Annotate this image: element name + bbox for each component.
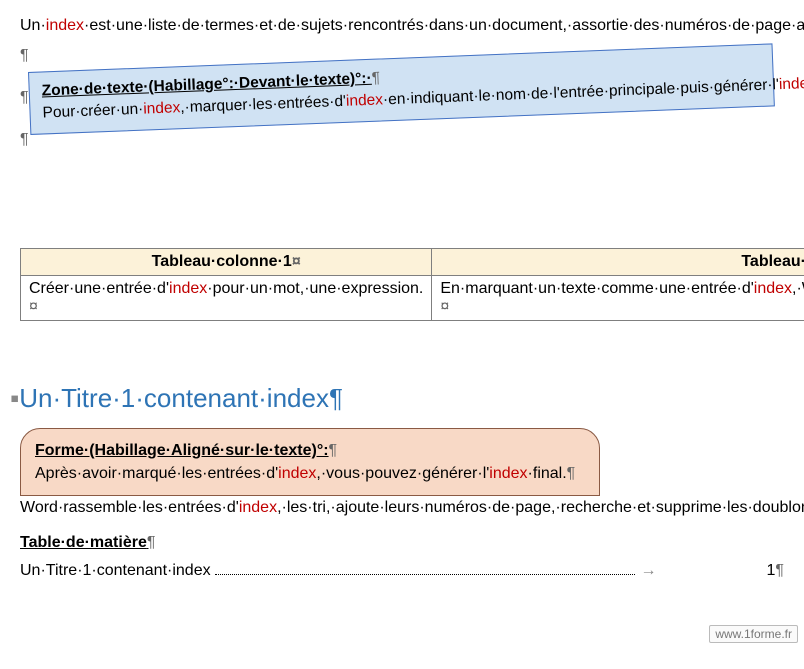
cell-mark-icon: [29, 298, 38, 315]
toc-page-number: 1: [767, 562, 785, 580]
index-word: index: [779, 75, 804, 93]
text: ,·Word·ajoute·un·champ·XE·qui·inclut·l'e…: [792, 280, 804, 297]
text: ,·marquer·les·entrées·d': [180, 93, 346, 116]
pilcrow-icon: [329, 442, 338, 459]
text: ,·vous·pouvez·générer·l': [316, 465, 489, 482]
index-word: index: [489, 465, 527, 482]
watermark: www.1forme.fr: [709, 625, 798, 643]
toc-heading: Table·de·matière: [20, 531, 784, 555]
cell-mark-icon: [292, 253, 301, 270]
table-cell[interactable]: Créer·une·entrée·d'index·pour·un·mot,·un…: [21, 276, 432, 321]
pilcrow-icon: [371, 69, 380, 86]
table-header: Tableau·colonne·1: [21, 249, 432, 276]
index-word: index: [754, 280, 792, 297]
index-word: index: [346, 92, 384, 110]
pilcrow-icon: [147, 534, 156, 551]
shape-paragraph: Forme·(Habillage·Aligné·sur·le·texte)°: …: [20, 428, 784, 521]
text: Table·de·matière: [20, 534, 147, 551]
toc-entry-text: Un·Titre·1·contenant·index: [20, 562, 211, 580]
text: Un·: [20, 17, 46, 34]
empty-paragraph: [20, 128, 784, 152]
index-word: index: [169, 280, 207, 297]
index-word: index: [239, 499, 277, 516]
cell-mark-icon: [440, 298, 449, 315]
table-header: Tableau·colonne·2: [432, 249, 804, 276]
content-table[interactable]: Tableau·colonne·1 Tableau·colonne·2 Crée…: [20, 248, 804, 321]
text: Un·Titre·1·contenant·index: [19, 383, 329, 413]
toc-entry[interactable]: Un·Titre·1·contenant·index → 1: [20, 561, 784, 580]
pilcrow-icon: [20, 131, 29, 148]
text: Pour·créer·un·: [42, 101, 143, 122]
pilcrow-icon: [567, 465, 576, 482]
text: En·marquant·un·texte·comme·une·entrée·d': [440, 280, 753, 297]
table-row: Créer·une·entrée·d'index·pour·un·mot,·un…: [21, 276, 804, 321]
tab-arrow-icon: →: [641, 562, 657, 580]
text: ·est·une·liste·de·termes·et·de·sujets·re…: [84, 17, 804, 34]
text: Créer·une·entrée·d': [29, 280, 169, 297]
text: Tableau·colonne·2: [741, 253, 804, 270]
text: Word·rassemble·les·entrées·d': [20, 499, 239, 516]
index-word: index: [278, 465, 316, 482]
text: ·final.: [528, 465, 567, 482]
text: ·pour·un·mot,·une·expression.: [207, 280, 423, 297]
pilcrow-icon: [20, 47, 29, 64]
index-word: index: [143, 100, 181, 118]
heading-1: ▪Un·Titre·1·contenant·index: [10, 379, 784, 418]
table-header-row: Tableau·colonne·1 Tableau·colonne·2: [21, 249, 804, 276]
toc-leader-dots: [215, 561, 635, 575]
pilcrow-icon: [329, 383, 343, 413]
shape-title: Forme·(Habillage·Aligné·sur·le·texte)°:: [35, 442, 329, 459]
text: ,·les·tri,·ajoute·leurs·numéros·de·page,…: [277, 499, 804, 516]
index-word: index: [46, 17, 84, 34]
text: Tableau·colonne·1: [152, 253, 292, 270]
text: ·en·indiquant·le·nom·de·l'entrée·princip…: [383, 77, 780, 109]
pilcrow-icon: [775, 562, 784, 579]
pilcrow-icon: [20, 89, 29, 106]
shape-box[interactable]: Forme·(Habillage·Aligné·sur·le·texte)°: …: [20, 428, 600, 496]
text: Après·avoir·marqué·les·entrées·d': [35, 465, 278, 482]
table-cell[interactable]: En·marquant·un·texte·comme·une·entrée·d'…: [432, 276, 804, 321]
intro-paragraph: Un·index·est·une·liste·de·termes·et·de·s…: [20, 14, 784, 38]
